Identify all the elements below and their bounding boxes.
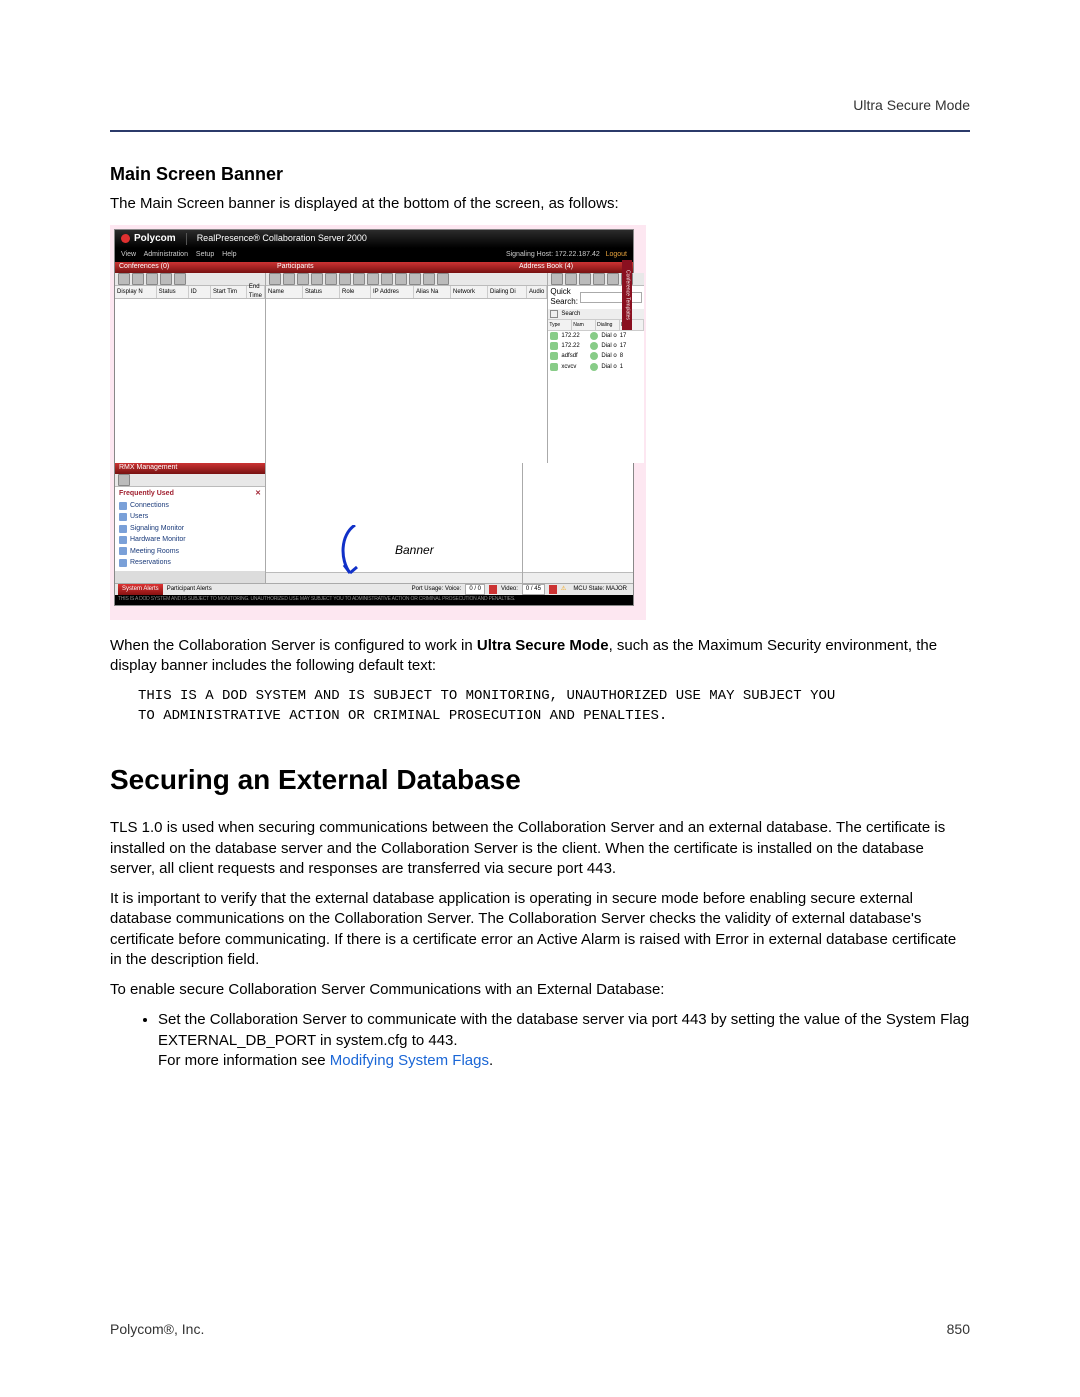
polycom-logo-icon — [121, 234, 130, 243]
voice-usage: 0 / 0 — [465, 584, 485, 595]
conferences-columns: Display N Status ID Start Tim End Time — [115, 286, 265, 299]
toolbar-icon[interactable] — [437, 273, 449, 285]
addressbook-row[interactable]: 172.22Dial o17 — [548, 341, 644, 351]
entry-icon — [550, 332, 558, 340]
banner-callout-label: Banner — [395, 542, 434, 558]
bullet-set-flag: Set the Collaboration Server to communic… — [158, 1010, 970, 1071]
toolbar-icon[interactable] — [593, 273, 605, 285]
toolbar-icon[interactable] — [579, 273, 591, 285]
product-label: RealPresence® Collaboration Server 2000 — [197, 232, 367, 244]
conferences-toolbar[interactable] — [115, 273, 265, 286]
warn-icon: ⚠ — [561, 585, 566, 593]
toolbar-icon[interactable] — [607, 273, 619, 285]
search-node[interactable]: Search — [561, 310, 580, 318]
toolbar-icon[interactable] — [132, 273, 144, 285]
tree-icon — [119, 525, 127, 533]
default-banner-text: THIS IS A DOD SYSTEM AND IS SUBJECT TO M… — [138, 686, 970, 727]
toolbar-icon[interactable] — [269, 273, 281, 285]
banner-disclaimer: THIS IS A DOD SYSTEM AND IS SUBJECT TO M… — [115, 595, 633, 605]
conference-templates-tab[interactable]: Conference Templates — [622, 260, 632, 330]
heading-securing-external-db: Securing an External Database — [110, 761, 970, 799]
toolbar-icon[interactable] — [353, 273, 365, 285]
heading-main-screen-banner: Main Screen Banner — [110, 162, 970, 186]
page-header-section: Ultra Secure Mode — [853, 96, 970, 115]
toolbar-icon[interactable] — [565, 273, 577, 285]
menu-setup[interactable]: Setup — [196, 251, 214, 258]
toolbar-icon[interactable] — [339, 273, 351, 285]
screenshot-figure: Polycom RealPresence® Collaboration Serv… — [110, 225, 646, 620]
toolbar-icon[interactable] — [395, 273, 407, 285]
app-titlebar: Polycom RealPresence® Collaboration Serv… — [115, 230, 633, 248]
tree-icon — [119, 536, 127, 544]
participant-alerts-tab[interactable]: Participant Alerts — [167, 585, 212, 593]
toolbar-icon[interactable] — [367, 273, 379, 285]
tree-icon — [119, 502, 127, 510]
addressbook-panel-header: Address Book (4) — [515, 262, 633, 273]
toolbar-icon[interactable] — [146, 273, 158, 285]
toolbar-icon[interactable] — [174, 273, 186, 285]
rmx-item-signaling-monitor[interactable]: Signaling Monitor — [119, 523, 261, 534]
entry-icon — [550, 342, 558, 350]
signaling-host-label: Signaling Host: 172.22.187.42 — [506, 251, 600, 258]
tree-icon — [119, 513, 127, 521]
toolbar-icon[interactable] — [160, 273, 172, 285]
toolbar-icon[interactable] — [325, 273, 337, 285]
addressbook-row[interactable]: adfsdfDial o8 — [548, 351, 644, 361]
menu-help[interactable]: Help — [222, 251, 236, 258]
video-label: Video: — [501, 585, 518, 593]
quick-search-label: Quick Search: — [550, 287, 578, 309]
menu-administration[interactable]: Administration — [144, 251, 188, 258]
toolbar-icon[interactable] — [423, 273, 435, 285]
rmx-panel-header: RMX Management — [115, 463, 265, 474]
rmx-item-hardware-monitor[interactable]: Hardware Monitor — [119, 534, 261, 545]
quick-search-input[interactable] — [580, 292, 642, 303]
p-tls: TLS 1.0 is used when securing communicat… — [110, 818, 970, 879]
collapse-icon[interactable]: ✕ — [255, 489, 261, 498]
mcu-state: MCU State: MAJOR — [570, 585, 630, 594]
toolbar-icon[interactable] — [551, 273, 563, 285]
paragraph-ultra-secure: When the Collaboration Server is configu… — [110, 636, 970, 677]
toolbar-icon[interactable] — [118, 474, 130, 486]
menu-view[interactable]: View — [121, 251, 136, 258]
footer-company: Polycom®, Inc. — [110, 1320, 204, 1339]
addressbook-row[interactable]: xcvcvDial o1 — [548, 362, 644, 372]
addressbook-row[interactable]: 172.22Dial o17 — [548, 331, 644, 341]
frequently-used-label: Frequently Used — [119, 489, 174, 498]
video-usage: 0 / 45 — [522, 584, 545, 595]
rmx-item-connections[interactable]: Connections — [119, 500, 261, 511]
banner-arrow-icon — [335, 525, 375, 585]
link-modifying-system-flags[interactable]: Modifying System Flags — [330, 1052, 489, 1069]
rmx-item-users[interactable]: Users — [119, 511, 261, 522]
toolbar-icon[interactable] — [381, 273, 393, 285]
tree-icon — [119, 559, 127, 567]
horizontal-scrollbar[interactable] — [266, 572, 522, 583]
port-usage-label: Port Usage: Voice: — [412, 585, 462, 593]
header-rule — [110, 130, 970, 132]
toolbar-icon[interactable] — [409, 273, 421, 285]
intro-text: The Main Screen banner is displayed at t… — [110, 194, 970, 214]
entry-icon — [550, 352, 558, 360]
rmx-item-meeting-rooms[interactable]: Meeting Rooms — [119, 546, 261, 557]
brand-label: Polycom — [134, 232, 176, 246]
rmx-item-reservations[interactable]: Reservations — [119, 557, 261, 568]
p-verify: It is important to verify that the exter… — [110, 889, 970, 970]
participants-columns: Name Status Role IP Addres Alias Na Netw… — [266, 286, 547, 299]
toolbar-icon[interactable] — [297, 273, 309, 285]
toolbar-icon[interactable] — [283, 273, 295, 285]
footer-page-number: 850 — [947, 1320, 970, 1339]
entry-icon — [550, 363, 558, 371]
participants-toolbar[interactable] — [266, 273, 547, 286]
conferences-panel-header: Conferences (0) — [115, 262, 273, 273]
toolbar-icon[interactable] — [118, 273, 130, 285]
logout-link[interactable]: Logout — [606, 251, 627, 258]
p-enable: To enable secure Collaboration Server Co… — [110, 980, 970, 1000]
participants-panel-header: Participants — [273, 262, 515, 273]
tree-icon — [119, 547, 127, 555]
horizontal-scrollbar[interactable] — [523, 572, 633, 583]
system-alerts-tab[interactable]: System Alerts — [118, 584, 163, 595]
toolbar-icon[interactable] — [311, 273, 323, 285]
